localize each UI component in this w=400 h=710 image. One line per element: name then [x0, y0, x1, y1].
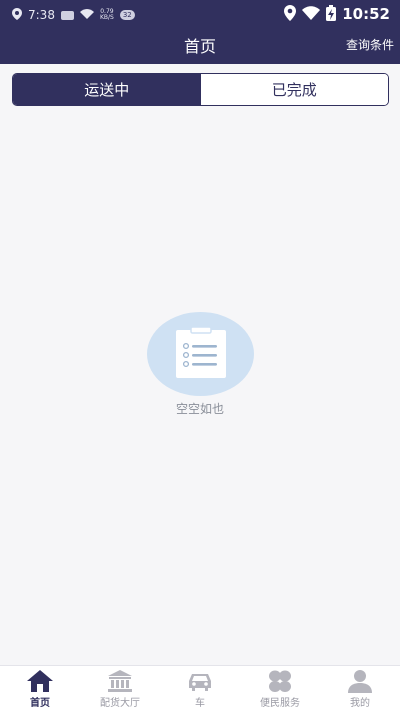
nav-mine-label: 我的	[350, 698, 370, 709]
battery-charging-icon	[326, 4, 337, 24]
nav-home-label: 首页	[30, 698, 50, 709]
grid-service-icon	[269, 670, 291, 692]
nav-freight-hall-label: 配货大厅	[100, 698, 140, 709]
empty-state-text: 空空如也	[175, 402, 224, 416]
nav-freight-hall[interactable]: 配货大厅	[80, 666, 160, 710]
net-speed: 0.79 KB/S	[100, 9, 114, 21]
empty-state-illustration	[147, 312, 254, 396]
clipboard-list-icon	[176, 326, 226, 378]
net-speed-unit: KB/S	[99, 14, 114, 21]
wifi-small-icon	[79, 8, 94, 22]
segmented-tabs: 运送中 已完成	[12, 73, 389, 106]
tab-in-transit[interactable]: 运送中	[13, 74, 201, 105]
status-badge: 32	[119, 10, 135, 20]
page-title: 首页	[183, 37, 216, 56]
app-header: 7:38 0.79 KB/S 32 10:52 首页 查询条件	[0, 0, 400, 64]
nav-home[interactable]: 首页	[0, 666, 80, 710]
nav-car-label: 车	[195, 698, 205, 709]
bottom-navigation: 首页 配货大厅 车 便民服务 我的	[0, 665, 400, 710]
home-icon	[27, 670, 53, 692]
location-small-icon	[12, 7, 22, 23]
person-icon	[348, 670, 372, 693]
status-left: 7:38 0.79 KB/S 32	[12, 7, 135, 23]
wifi-icon	[302, 5, 321, 23]
status-time: 10:52	[342, 5, 390, 23]
location-pin-icon	[284, 4, 297, 24]
status-bar: 7:38 0.79 KB/S 32 10:52	[0, 0, 400, 28]
tab-completed[interactable]: 已完成	[200, 74, 388, 105]
status-left-time: 7:38	[28, 8, 55, 22]
query-conditions-button[interactable]: 查询条件	[346, 36, 394, 53]
notification-icon	[60, 10, 74, 20]
nav-mine[interactable]: 我的	[320, 666, 400, 710]
bank-building-icon	[108, 670, 132, 692]
nav-services-label: 便民服务	[260, 698, 300, 709]
car-icon	[189, 674, 211, 691]
nav-services[interactable]: 便民服务	[240, 666, 320, 710]
nav-car[interactable]: 车	[160, 666, 240, 710]
status-right: 10:52	[284, 4, 390, 24]
